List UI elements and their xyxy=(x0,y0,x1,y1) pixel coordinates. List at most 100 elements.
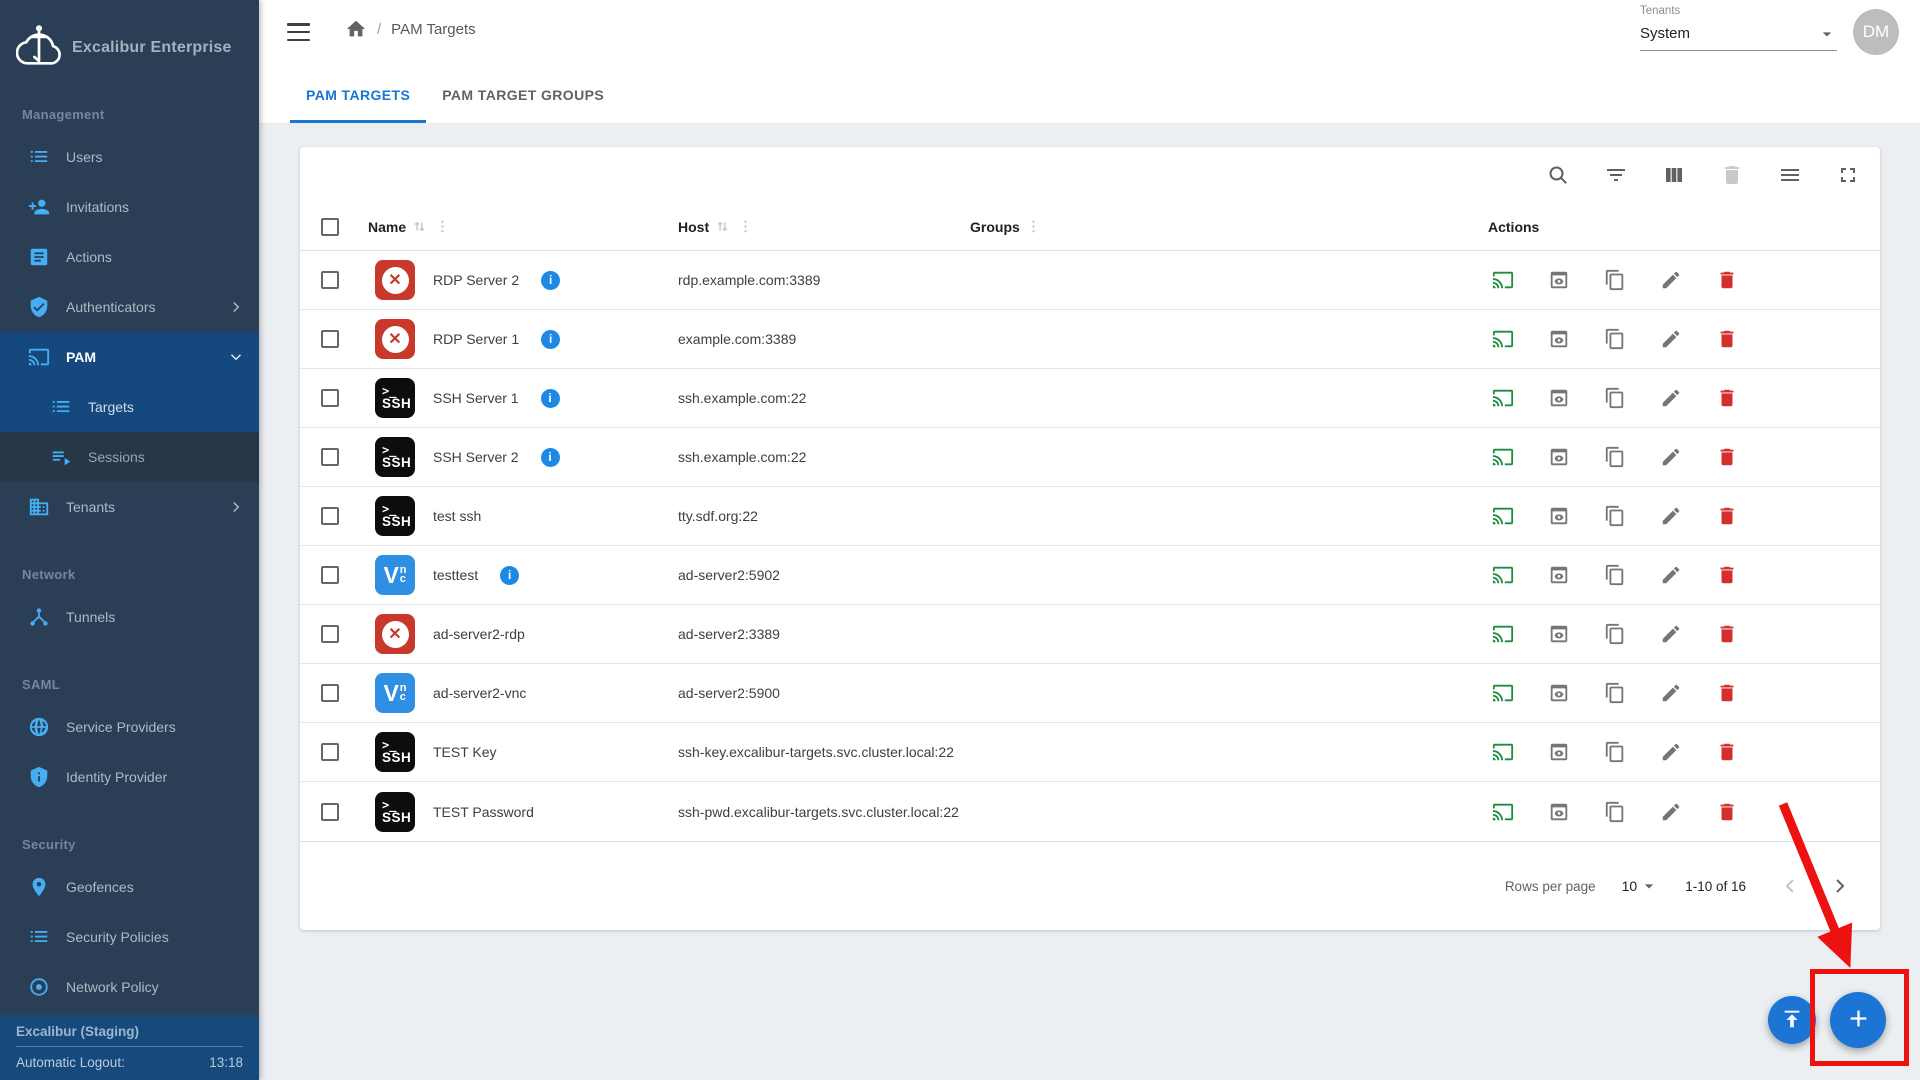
edit-icon[interactable] xyxy=(1660,387,1682,409)
connect-icon[interactable] xyxy=(1492,387,1514,409)
delete-icon[interactable] xyxy=(1716,801,1738,823)
delete-icon[interactable] xyxy=(1716,682,1738,704)
menu-toggle-icon[interactable] xyxy=(287,23,310,41)
home-icon[interactable] xyxy=(345,18,367,40)
columns-icon[interactable] xyxy=(1662,163,1686,187)
rows-per-page-select[interactable]: 10 xyxy=(1622,876,1660,896)
connect-icon[interactable] xyxy=(1492,328,1514,350)
fullscreen-icon[interactable] xyxy=(1836,163,1860,187)
delete-icon[interactable] xyxy=(1716,387,1738,409)
copy-icon[interactable] xyxy=(1604,269,1626,291)
column-menu-icon[interactable] xyxy=(736,217,755,236)
copy-icon[interactable] xyxy=(1604,328,1626,350)
copy-icon[interactable] xyxy=(1604,564,1626,586)
table-row[interactable]: >_SSH SSH Server 2 i ssh.example.com:22 xyxy=(300,428,1880,487)
connect-icon[interactable] xyxy=(1492,564,1514,586)
sidebar-item-geofences[interactable]: Geofences xyxy=(0,862,259,912)
add-target-button[interactable] xyxy=(1830,992,1886,1048)
sidebar-item-authenticators[interactable]: Authenticators xyxy=(0,282,259,332)
tab-pam-targets[interactable]: PAM TARGETS xyxy=(290,66,426,123)
table-row[interactable]: ✕ ad-server2-rdp i ad-server2:3389 xyxy=(300,605,1880,664)
copy-icon[interactable] xyxy=(1604,623,1626,645)
next-page-icon[interactable] xyxy=(1828,874,1852,898)
info-icon[interactable]: i xyxy=(541,330,560,349)
filter-icon[interactable] xyxy=(1604,163,1628,187)
delete-icon[interactable] xyxy=(1716,623,1738,645)
preview-icon[interactable] xyxy=(1548,741,1570,763)
edit-icon[interactable] xyxy=(1660,505,1682,527)
edit-icon[interactable] xyxy=(1660,801,1682,823)
delete-icon[interactable] xyxy=(1716,446,1738,468)
delete-icon[interactable] xyxy=(1716,505,1738,527)
preview-icon[interactable] xyxy=(1548,387,1570,409)
row-checkbox[interactable] xyxy=(321,684,339,702)
copy-icon[interactable] xyxy=(1604,682,1626,704)
sidebar-item-actions[interactable]: Actions xyxy=(0,232,259,282)
table-row[interactable]: >_SSH TEST Key i ssh-key.excalibur-targe… xyxy=(300,723,1880,782)
sort-icon[interactable] xyxy=(713,217,732,236)
copy-icon[interactable] xyxy=(1604,801,1626,823)
row-checkbox[interactable] xyxy=(321,507,339,525)
delete-icon[interactable] xyxy=(1716,741,1738,763)
info-icon[interactable]: i xyxy=(541,448,560,467)
delete-icon[interactable] xyxy=(1716,328,1738,350)
table-row[interactable]: Vnc testtest i ad-server2:5902 xyxy=(300,546,1880,605)
row-checkbox[interactable] xyxy=(321,448,339,466)
column-menu-icon[interactable] xyxy=(433,217,452,236)
edit-icon[interactable] xyxy=(1660,269,1682,291)
preview-icon[interactable] xyxy=(1548,623,1570,645)
preview-icon[interactable] xyxy=(1548,328,1570,350)
preview-icon[interactable] xyxy=(1548,564,1570,586)
preview-icon[interactable] xyxy=(1548,269,1570,291)
sidebar-item-security-policies[interactable]: Security Policies xyxy=(0,912,259,962)
sidebar-item-tenants[interactable]: Tenants xyxy=(0,482,259,532)
connect-icon[interactable] xyxy=(1492,505,1514,527)
row-checkbox[interactable] xyxy=(321,566,339,584)
connect-icon[interactable] xyxy=(1492,801,1514,823)
edit-icon[interactable] xyxy=(1660,446,1682,468)
copy-icon[interactable] xyxy=(1604,741,1626,763)
edit-icon[interactable] xyxy=(1660,328,1682,350)
info-icon[interactable]: i xyxy=(541,271,560,290)
sidebar-item-identity-provider[interactable]: Identity Provider xyxy=(0,752,259,802)
sort-icon[interactable] xyxy=(410,217,429,236)
delete-icon[interactable] xyxy=(1716,269,1738,291)
table-row[interactable]: >_SSH SSH Server 1 i ssh.example.com:22 xyxy=(300,369,1880,428)
preview-icon[interactable] xyxy=(1548,446,1570,468)
edit-icon[interactable] xyxy=(1660,623,1682,645)
table-row[interactable]: ✕ RDP Server 2 i rdp.example.com:3389 xyxy=(300,251,1880,310)
preview-icon[interactable] xyxy=(1548,505,1570,527)
delete-icon[interactable] xyxy=(1716,564,1738,586)
table-row[interactable]: Vnc ad-server2-vnc i ad-server2:5900 xyxy=(300,664,1880,723)
sidebar-item-tunnels[interactable]: Tunnels xyxy=(0,592,259,642)
search-icon[interactable] xyxy=(1546,163,1570,187)
edit-icon[interactable] xyxy=(1660,564,1682,586)
row-checkbox[interactable] xyxy=(321,389,339,407)
row-checkbox[interactable] xyxy=(321,743,339,761)
row-checkbox[interactable] xyxy=(321,330,339,348)
row-checkbox[interactable] xyxy=(321,803,339,821)
connect-icon[interactable] xyxy=(1492,446,1514,468)
table-row[interactable]: >_SSH test ssh i tty.sdf.org:22 xyxy=(300,487,1880,546)
edit-icon[interactable] xyxy=(1660,682,1682,704)
copy-icon[interactable] xyxy=(1604,387,1626,409)
info-icon[interactable]: i xyxy=(541,389,560,408)
density-icon[interactable] xyxy=(1778,163,1802,187)
edit-icon[interactable] xyxy=(1660,741,1682,763)
connect-icon[interactable] xyxy=(1492,623,1514,645)
scroll-to-top-button[interactable] xyxy=(1768,996,1816,1044)
row-checkbox[interactable] xyxy=(321,625,339,643)
table-row[interactable]: ✕ RDP Server 1 i example.com:3389 xyxy=(300,310,1880,369)
sidebar-item-service-providers[interactable]: Service Providers xyxy=(0,702,259,752)
connect-icon[interactable] xyxy=(1492,682,1514,704)
copy-icon[interactable] xyxy=(1604,446,1626,468)
connect-icon[interactable] xyxy=(1492,741,1514,763)
sidebar-item-pam[interactable]: PAM xyxy=(0,332,259,382)
tenant-select[interactable]: System xyxy=(1640,17,1837,51)
prev-page-icon[interactable] xyxy=(1778,874,1802,898)
row-checkbox[interactable] xyxy=(321,271,339,289)
copy-icon[interactable] xyxy=(1604,505,1626,527)
connect-icon[interactable] xyxy=(1492,269,1514,291)
preview-icon[interactable] xyxy=(1548,801,1570,823)
sidebar-item-sessions[interactable]: Sessions xyxy=(0,432,259,482)
